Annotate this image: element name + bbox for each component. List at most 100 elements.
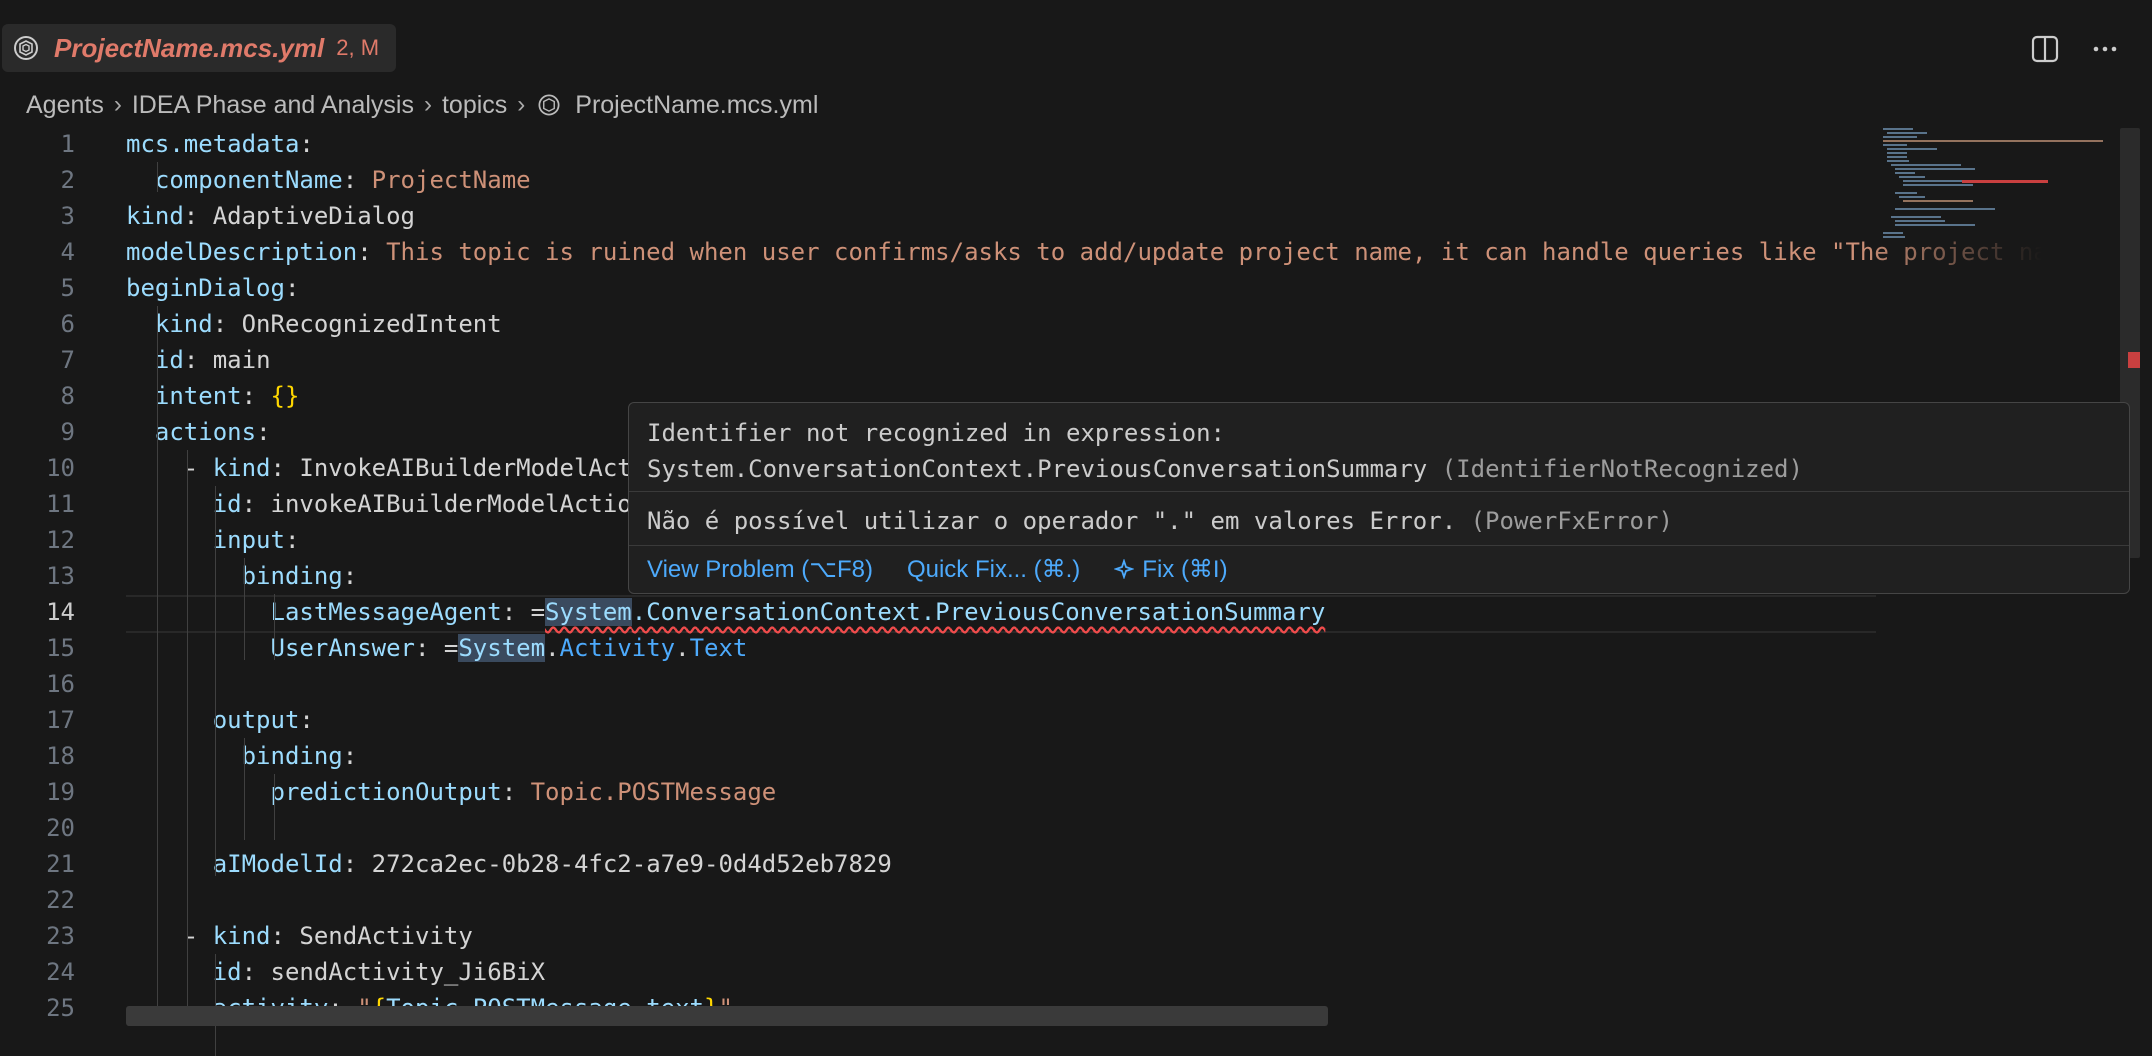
divider	[629, 545, 2129, 546]
code-line[interactable]: 7 id: main	[0, 342, 1880, 378]
line-number: 5	[60, 274, 75, 302]
breadcrumb-file[interactable]: ProjectName.mcs.yml	[575, 91, 818, 120]
breadcrumb-item[interactable]: Agents	[26, 91, 104, 120]
code-text: UserAnswer: =System.Activity.Text	[270, 634, 748, 662]
code-text: binding:	[241, 742, 358, 770]
code-text: intent: {}	[154, 382, 300, 410]
code-text: - kind: SendActivity	[126, 922, 473, 950]
code-line[interactable]: 6 kind: OnRecognizedIntent	[0, 306, 1880, 342]
code-line[interactable]: 5 beginDialog:	[0, 270, 1880, 306]
code-line[interactable]: 14 LastMessageAgent: =System.Conversatio…	[0, 594, 1880, 630]
line-number: 17	[46, 706, 75, 734]
code-text: id: invokeAIBuilderModelActio	[212, 490, 632, 518]
indent-guide	[215, 954, 216, 1056]
fix-link[interactable]: Fix (⌘I)	[1114, 555, 1228, 584]
line-number: 25	[46, 994, 75, 1022]
code-text: binding:	[241, 562, 358, 590]
indent-guide	[274, 594, 275, 660]
code-line[interactable]: 24 id: sendActivity_Ji6BiX	[0, 954, 1880, 990]
code-text: LastMessageAgent: =System.ConversationCo…	[270, 598, 1326, 626]
more-actions-icon[interactable]	[2088, 32, 2122, 66]
tab-bar: ProjectName.mcs.yml 2, M	[0, 0, 2152, 96]
code-line[interactable]: 23 - kind: SendActivity	[0, 918, 1880, 954]
code-text: componentName: ProjectName	[154, 166, 531, 194]
line-number: 22	[46, 886, 75, 914]
copilot-topic-icon	[538, 94, 560, 116]
indent-guide	[215, 486, 216, 876]
code-text: actions:	[154, 418, 271, 446]
sparkle-icon	[1114, 559, 1135, 579]
code-line[interactable]: 22	[0, 882, 1880, 918]
line-number: 2	[60, 166, 75, 194]
code-line[interactable]: 4 modelDescription: This topic is ruined …	[0, 234, 2120, 270]
indent-guide	[157, 306, 158, 1020]
line-number: 14	[46, 598, 75, 626]
code-text: input:	[212, 526, 300, 554]
split-editor-icon[interactable]	[2028, 32, 2062, 66]
code-line[interactable]: 2 componentName: ProjectName	[0, 162, 1880, 198]
line-number: 16	[46, 670, 75, 698]
code-text: beginDialog:	[126, 274, 300, 302]
breadcrumb: Agents › IDEA Phase and Analysis › topic…	[26, 88, 818, 122]
problem-hover: Identifier not recognized in expression:…	[628, 402, 2130, 594]
code-text: id: main	[154, 346, 271, 374]
code-text: id: sendActivity_Ji6BiX	[212, 958, 546, 986]
error-marker	[2128, 352, 2140, 368]
code-text: modelDescription: This topic is ruined w…	[126, 238, 2120, 266]
line-number: 19	[46, 778, 75, 806]
hover-message-2: Não é possível utilizar o operador "." e…	[647, 507, 1673, 535]
chevron-right-icon: ›	[517, 91, 526, 118]
chevron-right-icon: ›	[423, 91, 432, 118]
line-number: 9	[60, 418, 75, 446]
minimap[interactable]	[1880, 126, 2120, 246]
hover-message: Identifier not recognized in expression:…	[647, 419, 1803, 483]
code-line[interactable]: 1 mcs.metadata:	[0, 126, 1880, 162]
tab-status-badge: 2, M	[336, 35, 380, 60]
indent-guide	[187, 450, 188, 1020]
line-number: 20	[46, 814, 75, 842]
line-number: 10	[46, 454, 75, 482]
line-number: 3	[60, 202, 75, 230]
line-number: 7	[60, 346, 75, 374]
code-text: kind: AdaptiveDialog	[126, 202, 415, 230]
code-text: aIModelId: 272ca2ec-0b28-4fc2-a7e9-0d4d5…	[212, 850, 892, 878]
code-text: predictionOutput: Topic.POSTMessage	[270, 778, 777, 806]
breadcrumb-item[interactable]: topics	[442, 91, 507, 120]
code-line[interactable]: 3 kind: AdaptiveDialog	[0, 198, 1880, 234]
horizontal-scrollbar[interactable]	[126, 1006, 1328, 1026]
code-text: output:	[212, 706, 314, 734]
line-number: 15	[46, 634, 75, 662]
code-line[interactable]: 20	[0, 810, 1880, 846]
hover-actions: View Problem (⌥F8) Quick Fix... (⌘.) Fix…	[647, 551, 1228, 587]
line-number: 18	[46, 742, 75, 770]
code-text: - kind: InvokeAIBuilderModelAct	[126, 454, 632, 482]
error-code: (PowerFxError)	[1470, 507, 1673, 535]
view-problem-link[interactable]: View Problem (⌥F8)	[647, 555, 873, 584]
line-number: 21	[46, 850, 75, 878]
indent-guide	[157, 162, 158, 192]
code-line[interactable]: 19 predictionOutput: Topic.POSTMessage	[0, 774, 1880, 810]
code-line[interactable]: 15 UserAnswer: =System.Activity.Text	[0, 630, 1880, 666]
line-number: 8	[60, 382, 75, 410]
code-text: kind: OnRecognizedIntent	[154, 310, 502, 338]
tab-title: ProjectName.mcs.yml	[54, 32, 325, 63]
quick-fix-link[interactable]: Quick Fix... (⌘.)	[907, 555, 1080, 584]
line-number: 1	[60, 130, 75, 158]
copilot-topic-icon	[14, 36, 38, 60]
breadcrumb-item[interactable]: IDEA Phase and Analysis	[132, 91, 414, 120]
code-text: mcs.metadata:	[126, 130, 314, 158]
line-number: 13	[46, 562, 75, 590]
chevron-right-icon: ›	[113, 91, 122, 118]
code-line[interactable]: 18 binding:	[0, 738, 1880, 774]
indent-guide	[244, 558, 245, 660]
line-number: 24	[46, 958, 75, 986]
code-line[interactable]: 17 output:	[0, 702, 1880, 738]
line-number: 6	[60, 310, 75, 338]
code-line[interactable]: 21 aIModelId: 272ca2ec-0b28-4fc2-a7e9-0d…	[0, 846, 1880, 882]
editor-tab[interactable]: ProjectName.mcs.yml 2, M	[2, 24, 396, 72]
code-line[interactable]: 16	[0, 666, 1880, 702]
divider	[629, 491, 2129, 492]
line-number: 12	[46, 526, 75, 554]
indent-guide	[244, 738, 245, 840]
line-number: 11	[46, 490, 75, 518]
